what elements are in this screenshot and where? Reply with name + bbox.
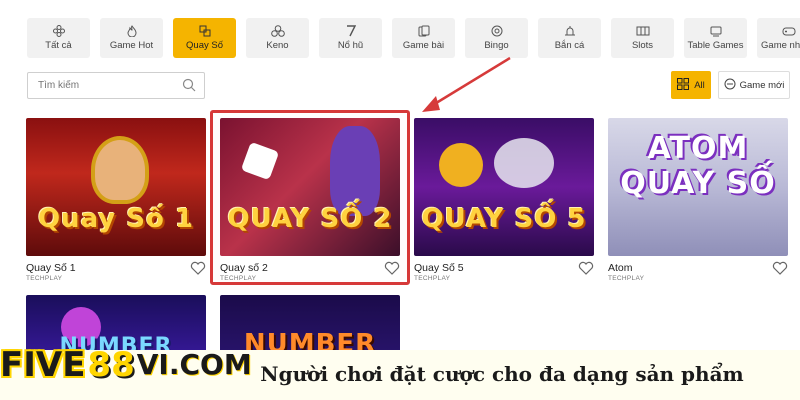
new-badge-icon xyxy=(724,78,736,93)
heart-icon[interactable] xyxy=(772,261,788,275)
balls-icon xyxy=(270,25,285,37)
slot-seven-icon xyxy=(344,25,358,37)
game-title: Quay Số 1 xyxy=(26,262,76,274)
all-games-icon xyxy=(52,25,66,37)
filter-new-games-button[interactable]: Game mới xyxy=(718,71,790,99)
game-card[interactable]: QUAY SỐ 5 Quay Số 5 TECHPLAY xyxy=(414,118,594,282)
game-provider: TECHPLAY xyxy=(608,275,645,282)
grid-icon xyxy=(677,77,690,93)
category-ban-ca[interactable]: Bắn cá xyxy=(538,18,601,58)
search-box xyxy=(27,72,205,99)
search-icon[interactable] xyxy=(182,78,196,97)
game-thumbnail[interactable]: Quay Số 1 xyxy=(26,118,206,256)
game-art-title: Quay Số 1 xyxy=(37,204,195,234)
ball-shape xyxy=(439,143,483,187)
game-title: Atom xyxy=(608,262,633,274)
game-card[interactable]: Quay Số 1 Quay Số 1 TECHPLAY xyxy=(26,118,206,282)
game-art-title: QUAY SỐ 5 xyxy=(421,204,587,234)
game-thumbnail[interactable]: ATOM QUAY SỐ xyxy=(608,118,788,256)
category-no-hu[interactable]: Nổ hũ xyxy=(319,18,382,58)
game-title: Quay Số 5 xyxy=(414,262,464,274)
game-provider: TECHPLAY xyxy=(414,275,451,282)
category-game-nhanh[interactable]: Game nhanh xyxy=(757,18,800,58)
game-thumbnail[interactable]: QUAY SỐ 5 xyxy=(414,118,594,256)
category-table-games[interactable]: Table Games xyxy=(684,18,747,58)
game-art-title: ATOM QUAY SỐ xyxy=(620,131,776,201)
lottery-drum-shape xyxy=(494,138,554,188)
fire-icon xyxy=(125,25,139,37)
category-game-hot[interactable]: Game Hot xyxy=(100,18,163,58)
category-quay-so[interactable]: Quay Số xyxy=(173,18,236,58)
table-icon xyxy=(709,25,723,37)
brand-logo: FIVE 88 VI.COM xyxy=(0,344,252,385)
fishing-icon xyxy=(563,25,577,37)
game-card[interactable]: ATOM QUAY SỐ Atom TECHPLAY xyxy=(608,118,788,282)
highlight-box xyxy=(210,110,410,285)
game-provider: TECHPLAY xyxy=(26,275,63,282)
banner-caption: Người chơi đặt cược cho đa dạng sản phẩm xyxy=(260,362,744,386)
heart-icon[interactable] xyxy=(578,261,594,275)
category-slots[interactable]: Slots xyxy=(611,18,674,58)
search-input[interactable] xyxy=(28,73,178,97)
god-of-wealth-figure xyxy=(91,136,149,204)
pointer-arrow xyxy=(422,56,511,112)
controller-icon xyxy=(782,25,796,37)
lottery-icon xyxy=(198,25,212,37)
bingo-icon xyxy=(490,25,504,37)
filter-all-button[interactable]: All xyxy=(671,71,711,99)
category-all[interactable]: Tất cả xyxy=(27,18,90,58)
cards-icon xyxy=(417,25,431,37)
category-keno[interactable]: Keno xyxy=(246,18,309,58)
slots-icon xyxy=(636,25,650,37)
heart-icon[interactable] xyxy=(190,261,206,275)
